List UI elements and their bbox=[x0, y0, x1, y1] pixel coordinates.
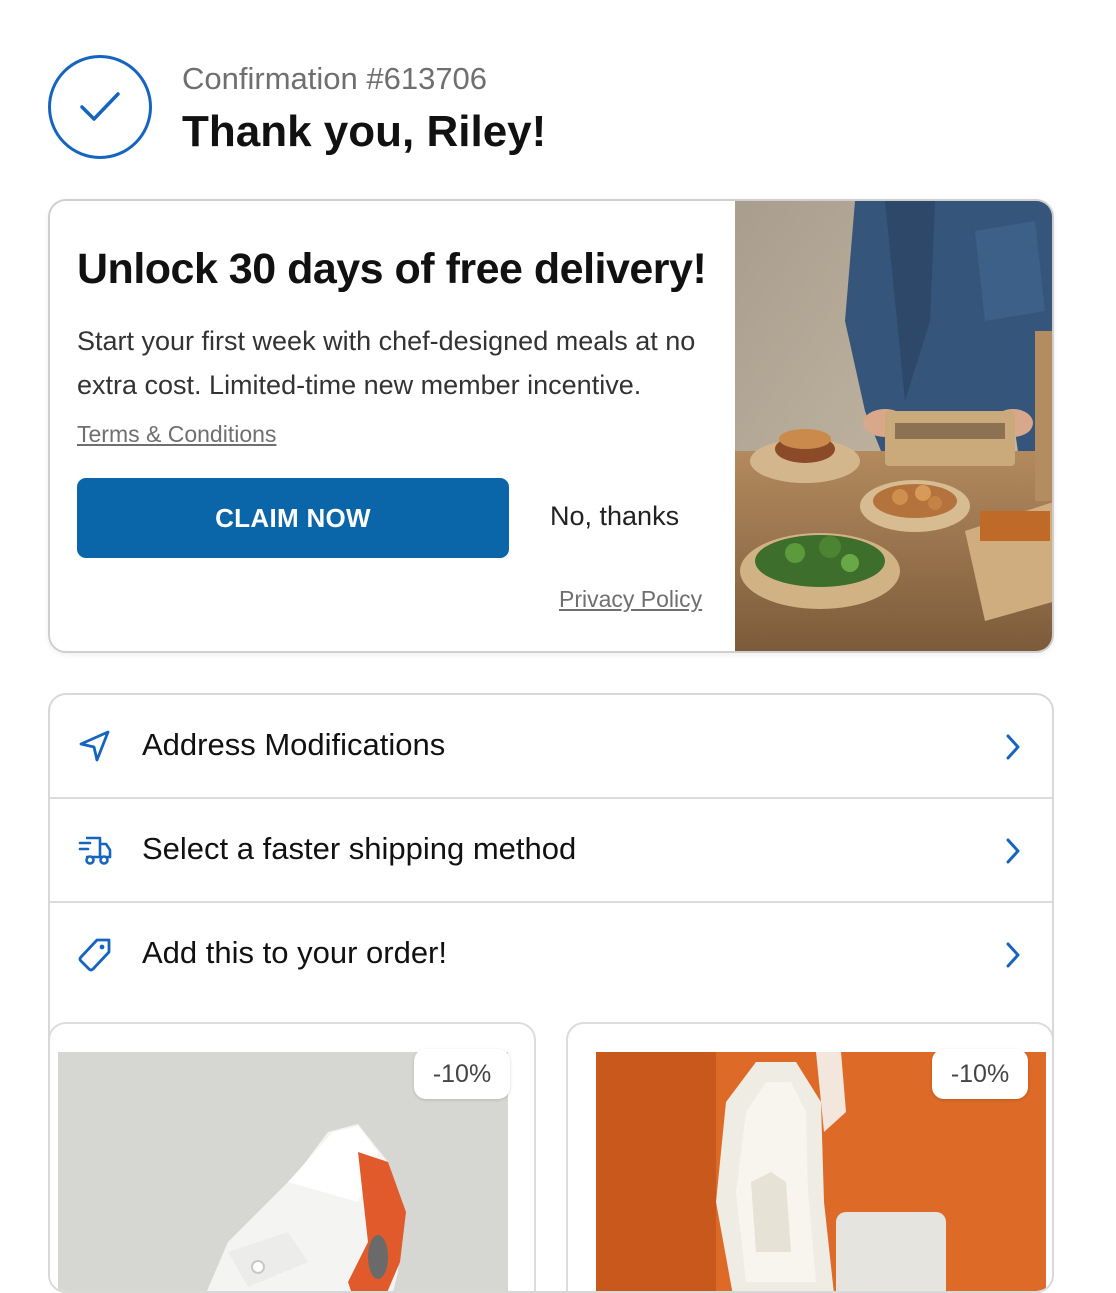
address-modifications-row[interactable]: Address Modifications bbox=[50, 695, 1052, 799]
faster-shipping-label: Select a faster shipping method bbox=[142, 831, 577, 866]
checkmark-icon bbox=[48, 55, 152, 159]
product-card[interactable]: -10% bbox=[50, 1022, 536, 1291]
no-thanks-button[interactable]: No, thanks bbox=[550, 501, 679, 532]
address-modifications-label: Address Modifications bbox=[142, 727, 446, 762]
add-to-order-label: Add this to your order! bbox=[142, 935, 447, 970]
terms-conditions-link[interactable]: Terms & Conditions bbox=[77, 421, 276, 448]
order-actions-card: Address Modifications Select a faster sh… bbox=[48, 693, 1054, 1293]
claim-now-button[interactable]: CLAIM NOW bbox=[77, 478, 509, 558]
confirmation-number: Confirmation #613706 bbox=[182, 61, 488, 96]
confirmation-header: Confirmation #613706 Thank you, Riley! bbox=[48, 55, 1058, 159]
add-to-order-row[interactable]: Add this to your order! bbox=[50, 903, 1052, 1007]
privacy-policy-link[interactable]: Privacy Policy bbox=[559, 586, 702, 613]
promo-description: Start your first week with chef-designed… bbox=[77, 326, 696, 400]
delivery-truck-icon bbox=[78, 833, 112, 872]
faster-shipping-row[interactable]: Select a faster shipping method bbox=[50, 799, 1052, 903]
navigation-arrow-icon bbox=[78, 729, 112, 768]
discount-badge: -10% bbox=[932, 1049, 1028, 1099]
promo-card: Unlock 30 days of free delivery! Start y… bbox=[48, 199, 1054, 653]
product-card[interactable]: -10% bbox=[566, 1022, 1052, 1291]
chevron-right-icon bbox=[1004, 941, 1022, 974]
chevron-right-icon bbox=[1004, 837, 1022, 870]
discount-badge: -10% bbox=[414, 1049, 510, 1099]
chevron-right-icon bbox=[1004, 733, 1022, 766]
page-title: Thank you, Riley! bbox=[182, 107, 547, 156]
price-tag-icon bbox=[78, 937, 112, 978]
promo-title: Unlock 30 days of free delivery! bbox=[77, 245, 707, 293]
promo-meal-image bbox=[735, 201, 1052, 651]
